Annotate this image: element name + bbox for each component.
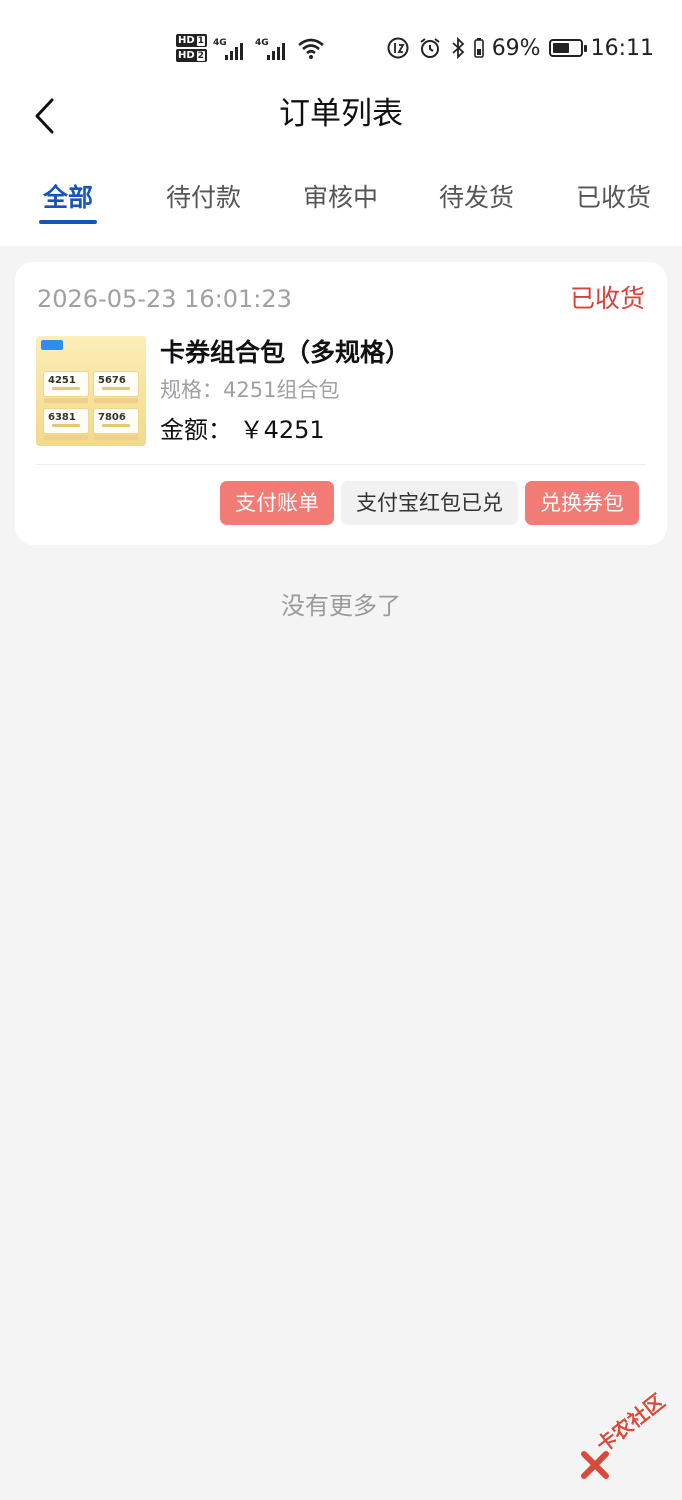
order-status: 已收货 — [569, 284, 645, 313]
goods-amount: 金额： ￥4251 — [160, 416, 325, 444]
nav-bar: 订单列表 — [0, 92, 682, 156]
active-tab-indicator — [39, 220, 97, 224]
thumbnail-tile: 5676 — [94, 372, 138, 396]
hd-indicators: HD 1 HD 2 — [176, 34, 207, 62]
tab-under-review[interactable]: 审核中 — [303, 178, 378, 218]
data-saver-icon — [387, 37, 409, 59]
thumbnail-tile: 6381 — [44, 409, 88, 433]
tab-all[interactable]: 全部 — [43, 178, 93, 218]
thumbnail-tile: 7806 — [94, 409, 138, 433]
page-title: 订单列表 — [279, 96, 403, 132]
brand-logo-icon — [41, 340, 63, 350]
no-more-text: 没有更多了 — [281, 592, 401, 620]
order-card[interactable]: 2026-05-23 16:01:23 已收货 4251 5676 6381 7… — [15, 262, 667, 545]
goods-name: 卡券组合包（多规格） — [160, 338, 411, 367]
thumbnail-strip — [44, 398, 88, 403]
thumbnail-strip — [44, 435, 88, 440]
redeem-voucher-button[interactable]: 兑换券包 — [525, 481, 639, 525]
thumbnail-strip — [94, 398, 138, 403]
tab-pending-payment[interactable]: 待付款 — [166, 178, 241, 218]
order-actions: 支付账单 支付宝红包已兑 兑换券包 — [220, 481, 639, 525]
order-time: 2026-05-23 16:01:23 — [37, 285, 292, 313]
signal-icon-2: 4G — [255, 34, 291, 62]
card-divider — [36, 464, 646, 465]
product-thumbnail[interactable]: 4251 5676 6381 7806 — [36, 336, 146, 446]
watermark-text: 卡农社区 — [591, 1388, 670, 1458]
status-bar: HD 1 HD 2 4G 4G 69% 16:11 — [0, 0, 682, 92]
hd2-badge: HD 2 — [176, 49, 207, 62]
bluetooth-icon — [452, 36, 464, 60]
thumbnail-tile: 4251 — [44, 372, 88, 396]
clock: 16:11 — [590, 35, 654, 61]
hd1-badge: HD 1 — [176, 34, 207, 47]
pay-bill-button[interactable]: 支付账单 — [220, 481, 334, 525]
signal-icon: 4G — [213, 34, 249, 62]
battery-icon — [548, 39, 587, 57]
system-indicators: 69% 16:11 — [386, 30, 654, 66]
goods-spec: 规格：4251组合包 — [160, 378, 340, 402]
alipay-redeemed-button[interactable]: 支付宝红包已兑 — [341, 481, 518, 525]
watermark: 卡农社区 — [578, 1389, 682, 1484]
network-indicators: HD 1 HD 2 4G 4G — [176, 28, 325, 68]
alarm-icon — [420, 38, 440, 58]
tab-received[interactable]: 已收货 — [576, 178, 651, 218]
thumbnail-strip — [94, 435, 138, 440]
vibrate-battery-icon — [473, 38, 484, 58]
battery-percent: 69% — [491, 35, 541, 61]
order-tabs: 全部 待付款 审核中 待发货 已收货 — [0, 156, 682, 246]
thumbnail-banner — [62, 351, 122, 359]
tab-pending-shipment[interactable]: 待发货 — [439, 178, 514, 218]
wifi-icon — [298, 38, 324, 59]
